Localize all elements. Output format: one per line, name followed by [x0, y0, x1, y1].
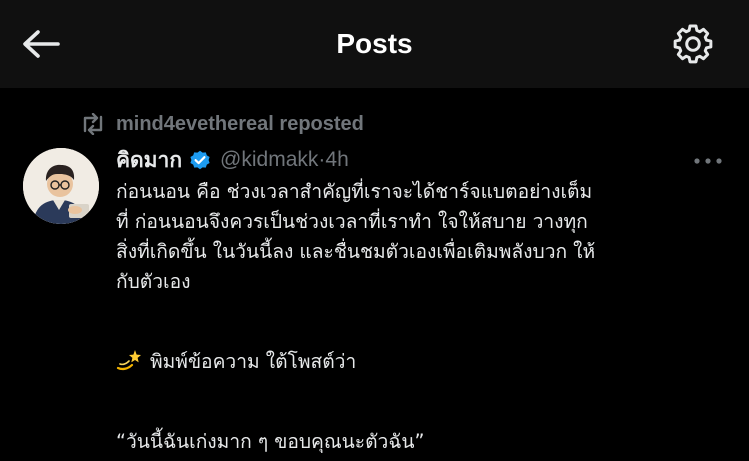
repost-indicator[interactable]: mind4evethereal reposted	[80, 110, 364, 138]
post-text-line: สิ่งที่เกิดขึ้น ในวันนี้ลง และชื่นชมตัวเ…	[116, 240, 596, 263]
post-text-line: กับตัวเอง	[116, 270, 191, 293]
post-time[interactable]: 4h	[325, 148, 348, 172]
avatar[interactable]	[23, 148, 99, 224]
verified-badge-icon	[188, 148, 212, 172]
repost-icon	[80, 113, 106, 135]
settings-button[interactable]	[668, 20, 718, 68]
avatar-illustration	[23, 148, 99, 224]
post-text-line: ที่ ก่อนนอนจึงควรเป็นช่วงเวลาที่เราทำ ใจ…	[116, 210, 588, 233]
user-handle[interactable]: @kidmakk	[220, 148, 318, 172]
post-header: คิดมาก @kidmakk · 4h	[116, 143, 349, 177]
post-text-line: ก่อนนอน คือ ช่วงเวลาสำคัญที่เราจะได้ชาร์…	[116, 180, 593, 203]
arrow-left-icon	[23, 30, 60, 58]
post-instruction-text: พิมพ์ข้อความ ใต้โพสต์ว่า	[150, 350, 357, 373]
more-options-button[interactable]	[690, 150, 726, 172]
more-icon	[694, 158, 722, 164]
gear-icon	[673, 24, 713, 64]
post-text: ก่อนนอน คือ ช่วงเวลาสำคัญที่เราจะได้ชาร์…	[116, 177, 736, 457]
page-title: Posts	[336, 28, 413, 59]
repost-text: mind4evethereal reposted	[116, 112, 364, 135]
post-quote-line: “วันนี้ฉันเก่งมาก ๆ ขอบคุณนะตัวฉัน”	[116, 430, 425, 453]
display-name[interactable]: คิดมาก	[116, 144, 182, 177]
dizzy-star-icon	[116, 348, 142, 372]
meta-separator: ·	[318, 148, 326, 171]
post-instruction-line: พิมพ์ข้อความ ใต้โพสต์ว่า	[116, 347, 736, 377]
back-button[interactable]	[18, 22, 64, 66]
top-bar: Posts	[0, 0, 749, 88]
